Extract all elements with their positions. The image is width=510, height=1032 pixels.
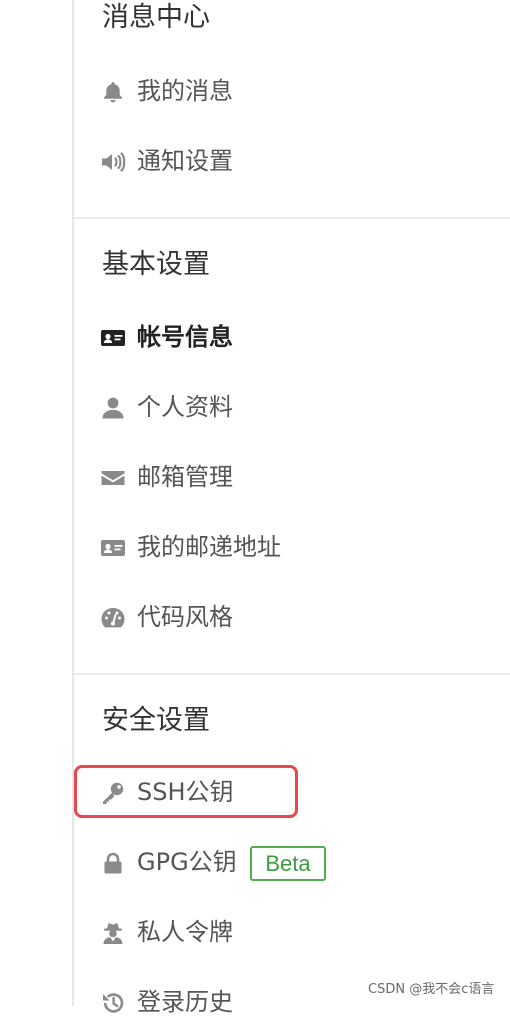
sidebar-item-label: 个人资料 <box>137 393 233 421</box>
left-gutter <box>0 0 72 1006</box>
speaker-icon <box>100 150 126 174</box>
lock-icon <box>100 851 126 875</box>
sidebar-item-label: 邮箱管理 <box>137 463 233 491</box>
sidebar-item-label: 通知设置 <box>137 147 233 175</box>
sidebar-item-mailing-address[interactable]: 我的邮递地址 <box>76 519 506 577</box>
id-card-icon <box>100 326 126 350</box>
envelope-icon <box>100 466 126 490</box>
sidebar-item-label: 代码风格 <box>137 603 233 631</box>
sidebar-item-my-messages[interactable]: 我的消息 <box>76 63 506 121</box>
key-icon <box>100 781 126 805</box>
sidebar-item-label: 登录历史 <box>137 988 233 1016</box>
address-card-icon <box>100 536 126 560</box>
history-icon <box>100 991 126 1015</box>
section-title-security: 安全设置 <box>102 705 210 736</box>
sidebar-item-label: GPG公钥 <box>137 848 237 876</box>
section-divider <box>74 673 510 675</box>
sidebar-item-profile[interactable]: 个人资料 <box>76 379 506 437</box>
section-title-basic: 基本设置 <box>102 249 210 280</box>
user-icon <box>100 396 126 420</box>
sidebar-item-label: 我的消息 <box>137 77 233 105</box>
beta-badge: Beta <box>250 846 326 881</box>
section-title-messages: 消息中心 <box>102 2 210 33</box>
watermark: CSDN @我不会c语言 <box>368 982 495 997</box>
sidebar-item-label: 帐号信息 <box>137 323 233 351</box>
sidebar-item-label: 私人令牌 <box>137 918 233 946</box>
sidebar-item-label: 我的邮递地址 <box>137 533 281 561</box>
palette-icon <box>100 606 126 630</box>
user-secret-icon <box>100 921 126 945</box>
sidebar-item-email-management[interactable]: 邮箱管理 <box>76 449 506 507</box>
sidebar-item-notification-settings[interactable]: 通知设置 <box>76 133 506 191</box>
sidebar-item-account-info[interactable]: 帐号信息 <box>76 309 506 367</box>
sidebar-item-label: SSH公钥 <box>137 778 234 806</box>
sidebar-item-ssh-keys[interactable]: SSH公钥 <box>76 764 506 822</box>
bell-icon <box>100 80 126 104</box>
sidebar-item-personal-tokens[interactable]: 私人令牌 <box>76 904 506 962</box>
section-divider <box>74 217 510 219</box>
sidebar-item-code-style[interactable]: 代码风格 <box>76 589 506 647</box>
